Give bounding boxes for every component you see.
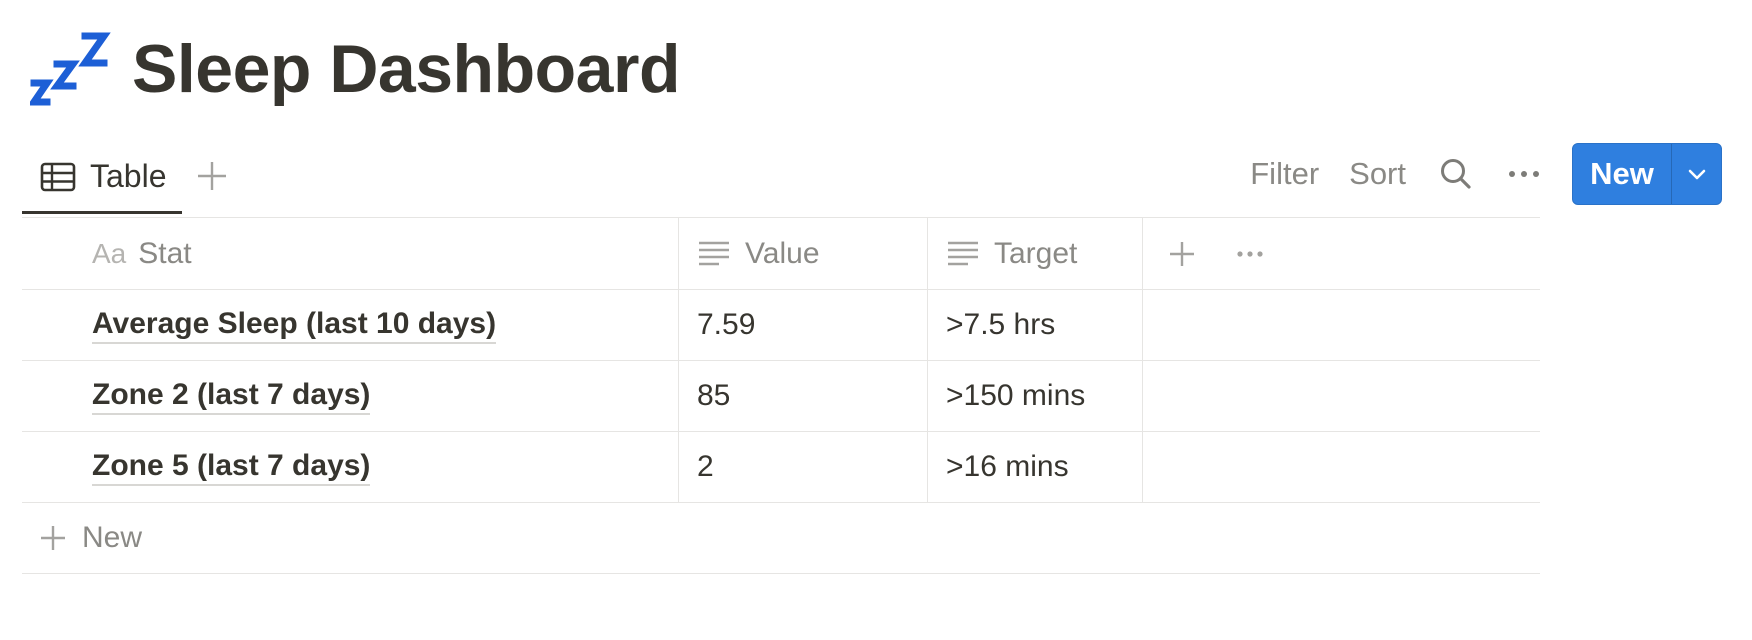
view-bar: Table Filter Sort New: [22, 142, 1722, 218]
table-icon: [40, 162, 76, 191]
new-button-group: New: [1572, 143, 1722, 205]
table-row[interactable]: Zone 5 (last 7 days) 2 >16 mins: [22, 432, 1540, 503]
add-view-plus-icon[interactable]: [192, 156, 232, 196]
stat-name-link[interactable]: Zone 2 (last 7 days): [92, 377, 371, 415]
column-header-value[interactable]: Value: [679, 218, 928, 289]
value-text: 2: [697, 450, 714, 483]
cell-stat[interactable]: Average Sleep (last 10 days): [22, 290, 679, 360]
target-text: >16 mins: [946, 450, 1069, 483]
cell-value[interactable]: 85: [679, 361, 928, 431]
cell-target[interactable]: >16 mins: [928, 432, 1143, 502]
new-dropdown-button[interactable]: [1671, 144, 1721, 204]
cell-target[interactable]: >150 mins: [928, 361, 1143, 431]
table-row[interactable]: Average Sleep (last 10 days) 7.59 >7.5 h…: [22, 290, 1540, 361]
zzz-icon[interactable]: [30, 26, 112, 112]
cell-empty: [1143, 361, 1540, 431]
value-text: 7.59: [697, 308, 756, 341]
column-header-stat[interactable]: Aa Stat: [22, 218, 679, 289]
cell-target[interactable]: >7.5 hrs: [928, 290, 1143, 360]
cell-empty: [1143, 290, 1540, 360]
column-header-label: Target: [994, 236, 1078, 270]
text-lines-icon: [699, 241, 729, 265]
cell-empty: [1143, 432, 1540, 502]
value-text: 85: [697, 379, 731, 412]
table-row[interactable]: Zone 2 (last 7 days) 85 >150 mins: [22, 361, 1540, 432]
column-header-label: Value: [745, 236, 820, 270]
column-header-actions: [1143, 218, 1540, 289]
add-new-row-button[interactable]: New: [22, 503, 1540, 574]
cell-value[interactable]: 7.59: [679, 290, 928, 360]
ellipsis-icon[interactable]: [1504, 154, 1544, 194]
sort-button[interactable]: Sort: [1349, 156, 1406, 192]
stat-name-link[interactable]: Average Sleep (last 10 days): [92, 306, 497, 344]
toolbar-actions: Filter Sort New: [1250, 142, 1722, 206]
new-row-label: New: [82, 521, 143, 554]
title-aa-icon: Aa: [92, 237, 127, 269]
chevron-down-icon: [1688, 169, 1705, 180]
text-lines-icon: [948, 241, 978, 265]
cell-value[interactable]: 2: [679, 432, 928, 502]
table-header-row: Aa Stat Value Target: [22, 218, 1540, 290]
stat-name-link[interactable]: Zone 5 (last 7 days): [92, 448, 371, 486]
cell-stat[interactable]: Zone 5 (last 7 days): [22, 432, 679, 502]
add-property-plus-icon[interactable]: [1165, 237, 1199, 271]
new-button[interactable]: New: [1573, 144, 1671, 204]
page: Sleep Dashboard Table Filter Sort New Aa…: [0, 0, 1752, 640]
filter-button[interactable]: Filter: [1250, 156, 1319, 192]
database-table: Aa Stat Value Target Average Sleep (last…: [22, 218, 1540, 574]
cell-stat[interactable]: Zone 2 (last 7 days): [22, 361, 679, 431]
page-title: Sleep Dashboard: [132, 31, 681, 107]
column-header-target[interactable]: Target: [928, 218, 1143, 289]
plus-icon: [41, 526, 65, 550]
tab-table-label: Table: [90, 158, 167, 194]
target-text: >150 mins: [946, 379, 1086, 412]
search-icon[interactable]: [1436, 154, 1476, 194]
ellipsis-icon[interactable]: [1233, 237, 1267, 271]
target-text: >7.5 hrs: [946, 308, 1056, 341]
column-header-label: Stat: [138, 236, 192, 270]
tab-table[interactable]: Table: [22, 142, 182, 214]
page-header: Sleep Dashboard: [30, 24, 681, 114]
